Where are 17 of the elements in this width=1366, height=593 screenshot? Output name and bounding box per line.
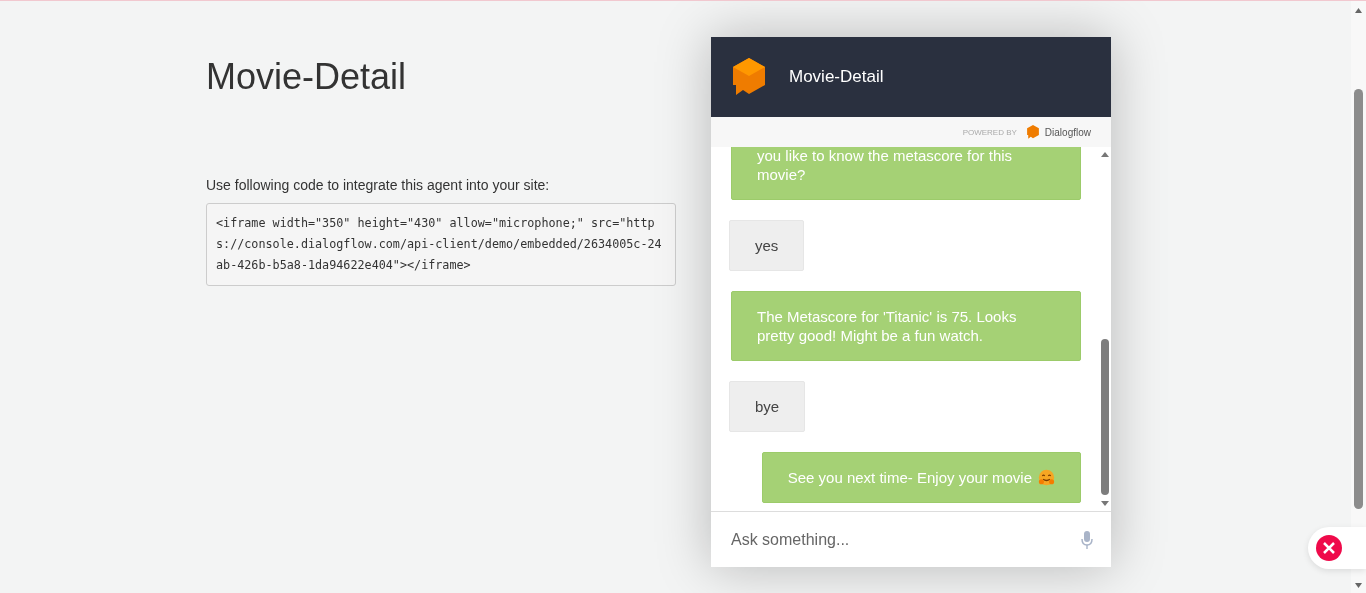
bot-message: The Metascore for 'Titanic' is 75. Looks pretty good! Might be a fun watch.: [731, 291, 1081, 361]
bot-message: See you next time- Enjoy your movie: [761, 452, 1081, 503]
page-title: Movie-Detail: [206, 57, 408, 97]
close-icon: [1316, 535, 1342, 561]
user-message: bye: [729, 381, 806, 432]
microphone-icon[interactable]: [1081, 530, 1093, 549]
logo-icon: [733, 58, 765, 96]
bot-message: you like to know the metascore for this movie?: [731, 147, 1081, 200]
powered-by-text: POWERED BY: [962, 127, 1017, 137]
logo-icon: [1026, 125, 1039, 139]
chat-title: Movie-Detail: [789, 67, 884, 87]
message-input[interactable]: Ask something...: [729, 529, 1081, 550]
code-block: <iframe width="350" height="430" allow="microphone;" src="https://console.dialogflow.com/api-client/demo/embedded/2634005c-24ab-426b-b5a8-1da94622e404"></iframe>: [206, 203, 676, 286]
brand-name: Dialogflow: [1044, 126, 1091, 138]
instruction-text: Use following code to integrate this agent into your site:: [206, 177, 551, 193]
floating-button[interactable]: [1308, 527, 1366, 569]
user-message: yes: [729, 220, 805, 271]
